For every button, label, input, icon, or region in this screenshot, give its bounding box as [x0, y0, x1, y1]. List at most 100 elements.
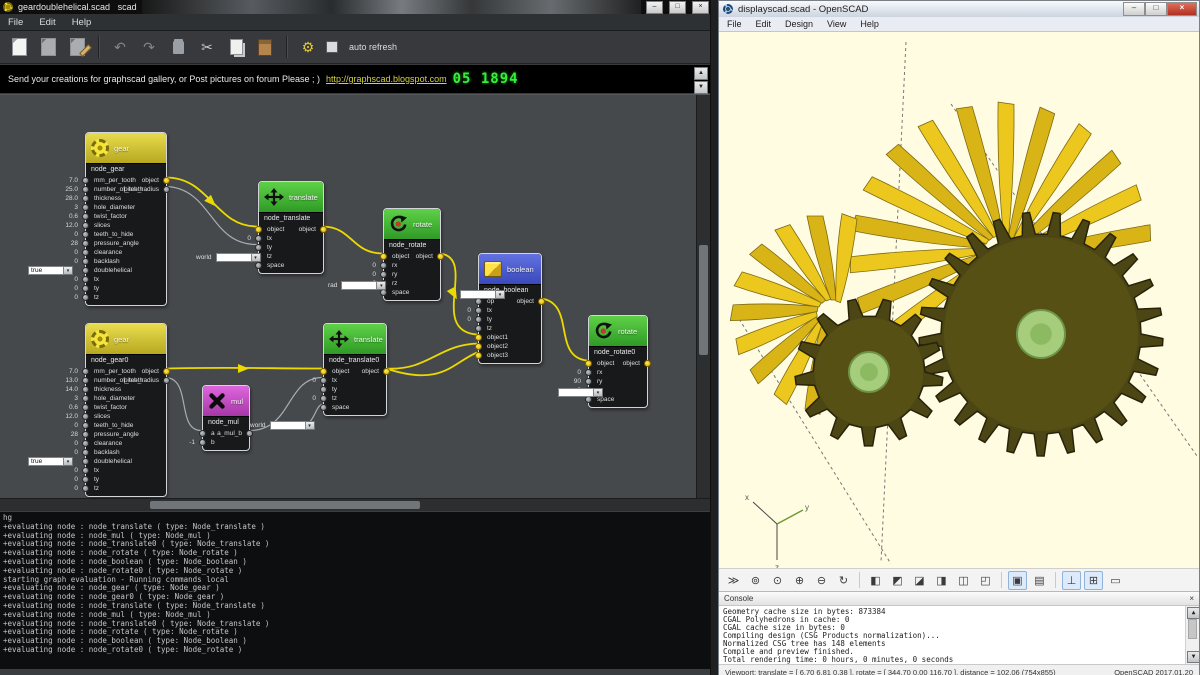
output-port[interactable] — [437, 253, 444, 260]
floating-dropdown-4[interactable]: ▾ — [558, 388, 603, 397]
node-gear2[interactable]: gear node_gear0 7.0 mm_per_tooth object 13.0 n… — [28, 323, 170, 497]
input-port[interactable] — [82, 222, 89, 229]
menu-item-file[interactable]: File — [727, 19, 742, 29]
auto-refresh-checkbox[interactable] — [326, 41, 338, 53]
close-button[interactable]: × — [1167, 2, 1197, 16]
input-port[interactable] — [255, 244, 262, 251]
menu-item-edit[interactable]: Edit — [756, 19, 772, 29]
zoom-window-icon[interactable]: ⊙ — [768, 571, 787, 590]
graphscad-titlebar[interactable]: geardoublehelical.scad scad – □ × — [0, 0, 710, 14]
minimize-button[interactable]: – — [1123, 2, 1145, 16]
view-top-icon[interactable]: ◩ — [888, 571, 907, 590]
dropdown-arrow-icon[interactable]: ▾ — [251, 253, 261, 262]
node-translate2[interactable]: translate node_translate0 object object 0 tx t… — [312, 323, 390, 416]
input-value[interactable]: 14.0 — [40, 386, 78, 393]
banner-scroll-down-icon[interactable]: ▼ — [694, 81, 708, 94]
input-value[interactable]: 0.6 — [40, 404, 78, 411]
show-scale-markers-icon[interactable]: ⊞ — [1084, 570, 1103, 590]
zoom-all-icon[interactable]: ⊚ — [746, 571, 765, 590]
vscroll-thumb[interactable] — [699, 245, 708, 355]
view-right-icon[interactable]: ◧ — [866, 571, 885, 590]
dropdown-value[interactable] — [341, 281, 378, 290]
input-port[interactable] — [82, 231, 89, 238]
render-gear-icon[interactable]: ⚙ — [297, 36, 319, 58]
output-port[interactable] — [163, 177, 170, 184]
console-scroll-up-icon[interactable]: ▲ — [1187, 607, 1199, 619]
input-port[interactable] — [82, 431, 89, 438]
input-port[interactable] — [82, 449, 89, 456]
dropdown-arrow-icon[interactable]: ▾ — [377, 281, 387, 290]
input-port[interactable] — [320, 386, 327, 393]
node-translate1[interactable]: translate node_translate object object 0 tx ty… — [247, 181, 327, 274]
input-value[interactable]: 90 — [543, 378, 581, 385]
input-port[interactable] — [82, 386, 89, 393]
input-value[interactable]: 3 — [40, 395, 78, 402]
openscad-titlebar[interactable]: displayscad.scad - OpenSCAD – □ × — [719, 1, 1199, 17]
dropdown-value[interactable] — [558, 388, 594, 397]
output-port[interactable] — [644, 360, 651, 367]
output-port[interactable] — [163, 186, 170, 193]
node-rotate1[interactable]: rotate node_rotateobject object0rx0ry0rzsp… — [372, 208, 444, 301]
input-port[interactable] — [475, 343, 482, 350]
output-port[interactable] — [163, 368, 170, 375]
input-port[interactable] — [320, 404, 327, 411]
input-value[interactable]: 0 — [338, 262, 376, 269]
console-output[interactable]: ▲ ▼ Geometry cache size in bytes: 873384… — [719, 606, 1199, 664]
console-close-icon[interactable]: × — [1189, 594, 1194, 603]
dropdown-value[interactable] — [269, 421, 306, 430]
input-value[interactable]: 0 — [40, 422, 78, 429]
input-port[interactable] — [380, 271, 387, 278]
input-port[interactable] — [82, 368, 89, 375]
output-port[interactable] — [538, 298, 545, 305]
input-port[interactable] — [82, 177, 89, 184]
input-port[interactable] — [82, 285, 89, 292]
hide-toolbar-icon[interactable]: ≫ — [724, 571, 743, 590]
input-port[interactable] — [82, 294, 89, 301]
input-port[interactable] — [199, 439, 206, 446]
input-port[interactable] — [82, 413, 89, 420]
floating-dropdown-3[interactable]: ▾ — [460, 290, 505, 299]
input-port[interactable] — [82, 377, 89, 384]
input-value[interactable]: 0 — [40, 258, 78, 265]
dropdown-value[interactable]: true — [28, 266, 64, 275]
input-port[interactable] — [475, 352, 482, 359]
dropdown[interactable]: ▾ — [341, 281, 387, 290]
input-port[interactable] — [320, 377, 327, 384]
input-port[interactable] — [475, 334, 482, 341]
menu-item-help[interactable]: Help — [72, 17, 92, 28]
input-value[interactable]: -1 — [157, 439, 195, 446]
reset-view-icon[interactable]: ↻ — [834, 571, 853, 590]
input-value[interactable]: 0 — [40, 294, 78, 301]
input-port[interactable] — [82, 186, 89, 193]
console-scrollbar[interactable]: ▲ ▼ — [1185, 606, 1199, 664]
view-front-icon[interactable]: ◫ — [954, 571, 973, 590]
new-file-icon[interactable] — [8, 36, 30, 58]
maximize-button[interactable]: □ — [1145, 2, 1167, 16]
input-port[interactable] — [585, 369, 592, 376]
dropdown-value[interactable] — [460, 290, 496, 299]
floating-dropdown-2[interactable]: world ▾ — [250, 421, 315, 430]
dropdown-arrow-icon[interactable]: ▾ — [305, 421, 315, 430]
input-port[interactable] — [380, 289, 387, 296]
view-back-icon[interactable]: ◰ — [976, 571, 995, 590]
menu-item-design[interactable]: Design — [785, 19, 813, 29]
output-port[interactable] — [163, 377, 170, 384]
input-value[interactable]: 0 — [40, 485, 78, 492]
input-port[interactable] — [82, 249, 89, 256]
node-gear1[interactable]: gear node_gear 7.0 mm_per_tooth object 25.0 nu… — [28, 132, 170, 306]
input-value[interactable]: 0 — [278, 377, 316, 384]
input-port[interactable] — [255, 262, 262, 269]
input-value[interactable]: 0 — [40, 249, 78, 256]
input-port[interactable] — [585, 378, 592, 385]
input-value[interactable]: 25.0 — [40, 186, 78, 193]
input-port[interactable] — [475, 325, 482, 332]
maximize-button[interactable]: □ — [669, 0, 686, 14]
input-value[interactable]: 0 — [433, 316, 471, 323]
input-value[interactable]: 7.0 — [40, 368, 78, 375]
input-port[interactable] — [255, 226, 262, 233]
dropdown[interactable]: ▾ — [269, 421, 315, 430]
menu-item-view[interactable]: View — [827, 19, 846, 29]
menu-item-file[interactable]: File — [8, 17, 23, 28]
zoom-out-icon[interactable]: ⊖ — [812, 571, 831, 590]
input-value[interactable]: 12.0 — [40, 222, 78, 229]
